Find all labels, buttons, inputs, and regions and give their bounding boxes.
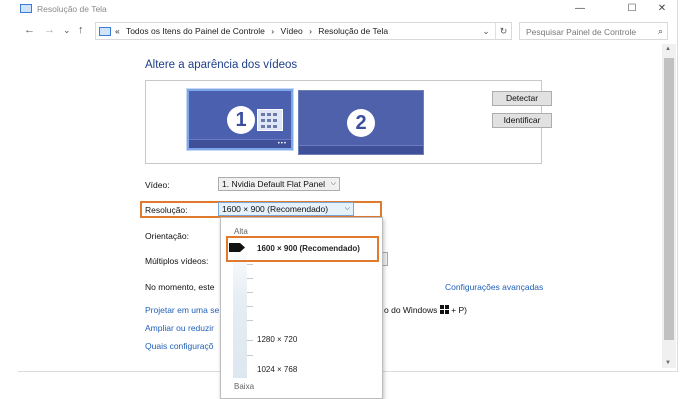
- breadcrumb-overflow[interactable]: «: [115, 26, 120, 36]
- resolution-select-value: 1600 × 900 (Recomendado): [222, 204, 329, 214]
- chevron-down-icon: ⌵: [330, 180, 336, 187]
- display-select-value: 1. Nvidia Default Flat Panel: [222, 179, 325, 189]
- slider-tick: [247, 306, 253, 307]
- monitor-1[interactable]: 1 •••: [187, 89, 293, 150]
- current-display-info-text: No momento, este: [145, 282, 215, 292]
- breadcrumb-item-screen-resolution[interactable]: Resolução de Tela: [318, 26, 388, 36]
- vertical-scrollbar[interactable]: ▲ ▼: [662, 44, 676, 368]
- breadcrumb-separator: ›: [271, 26, 275, 36]
- low-resolution-label: Baixa: [234, 382, 255, 391]
- slider-tick: [247, 292, 253, 293]
- selected-option-highlight-box: [226, 236, 379, 262]
- identify-button[interactable]: Identificar: [492, 113, 552, 128]
- monitor-number-badge: 1: [227, 106, 255, 134]
- minimize-button[interactable]: —: [566, 0, 594, 18]
- resolution-option-1280x720[interactable]: 1280 × 720: [257, 335, 297, 344]
- project-shortcut-text: o do Windows + P): [384, 305, 467, 315]
- scroll-up-arrow-icon[interactable]: ▲: [665, 46, 671, 52]
- resolution-label: Resolução:: [145, 205, 188, 215]
- control-panel-location-icon: [99, 27, 111, 36]
- breadcrumb: « Todos os Itens do Painel de Controle ›…: [115, 26, 392, 36]
- keypad-icon: [257, 109, 283, 131]
- advanced-settings-link[interactable]: Configurações avançadas: [445, 282, 543, 292]
- project-shortcut-prefix: o do Windows: [384, 305, 438, 315]
- scroll-down-arrow-icon[interactable]: ▼: [665, 360, 671, 366]
- enlarge-text-link[interactable]: Ampliar ou reduzir: [145, 323, 214, 333]
- address-dropdown-chevron-icon[interactable]: ⌄: [478, 23, 494, 39]
- monitor-2[interactable]: 2: [298, 90, 424, 155]
- search-icon[interactable]: ⌕: [658, 26, 663, 37]
- back-arrow-icon[interactable]: ←: [24, 24, 35, 36]
- which-settings-link[interactable]: Quais configuraçõ: [145, 341, 214, 351]
- project-shortcut-key: + P): [451, 305, 467, 315]
- page-title: Altere a aparência dos vídeos: [145, 59, 298, 71]
- breadcrumb-separator: ›: [309, 26, 312, 36]
- address-bar[interactable]: « Todos os Itens do Painel de Controle ›…: [95, 22, 512, 40]
- detect-button[interactable]: Detectar: [492, 91, 552, 106]
- resolution-slider-track[interactable]: [233, 242, 247, 378]
- window-title: Resolução de Tela: [37, 4, 107, 14]
- breadcrumb-item-video[interactable]: Vídeo: [280, 26, 302, 36]
- up-arrow-icon[interactable]: ↑: [78, 24, 84, 36]
- search-placeholder: Pesquisar Painel de Controle: [526, 27, 637, 37]
- orientation-label: Orientação:: [145, 231, 189, 241]
- slider-tick: [247, 264, 253, 265]
- title-bar: Resolução de Tela — ☐ ✕: [18, 0, 678, 18]
- scrollbar-thumb[interactable]: [664, 58, 674, 340]
- monitor-number-badge: 2: [347, 109, 375, 137]
- search-input[interactable]: Pesquisar Painel de Controle ⌕: [519, 22, 668, 40]
- monitor-taskbar: [189, 139, 291, 148]
- breadcrumb-item-all-items[interactable]: Todos os Itens do Painel de Controle: [126, 26, 265, 36]
- close-button[interactable]: ✕: [648, 0, 676, 18]
- monitor-arrangement-panel: 1 ••• 2 Detectar Identificar: [145, 80, 552, 164]
- resolution-select[interactable]: 1600 × 900 (Recomendado) ⌵: [218, 202, 354, 216]
- monitor-taskbar: [299, 145, 423, 154]
- slider-tick: [247, 278, 253, 279]
- display-label: Vídeo:: [145, 180, 170, 190]
- maximize-button[interactable]: ☐: [618, 0, 646, 18]
- slider-tick: [247, 320, 253, 321]
- control-panel-icon: [20, 4, 32, 13]
- slider-tick: [247, 340, 253, 341]
- navigation-bar: ← → ⌄ ↑ « Todos os Itens do Painel de Co…: [18, 20, 678, 42]
- refresh-icon[interactable]: ↻: [495, 23, 511, 39]
- slider-tick: [247, 355, 253, 356]
- forward-arrow-icon[interactable]: →: [44, 24, 55, 36]
- recent-locations-chevron-icon[interactable]: ⌄: [63, 24, 71, 36]
- monitor-options-dots-icon: •••: [277, 141, 287, 147]
- windows-logo-icon: [439, 305, 449, 314]
- project-second-screen-link[interactable]: Projetar em uma se: [145, 305, 219, 315]
- display-select[interactable]: 1. Nvidia Default Flat Panel ⌵: [218, 177, 340, 191]
- chevron-down-icon: ⌵: [344, 205, 350, 212]
- multiple-displays-label: Múltiplos vídeos:: [145, 256, 209, 266]
- resolution-option-1024x768[interactable]: 1024 × 768: [257, 365, 297, 374]
- high-resolution-label: Alta: [234, 227, 248, 236]
